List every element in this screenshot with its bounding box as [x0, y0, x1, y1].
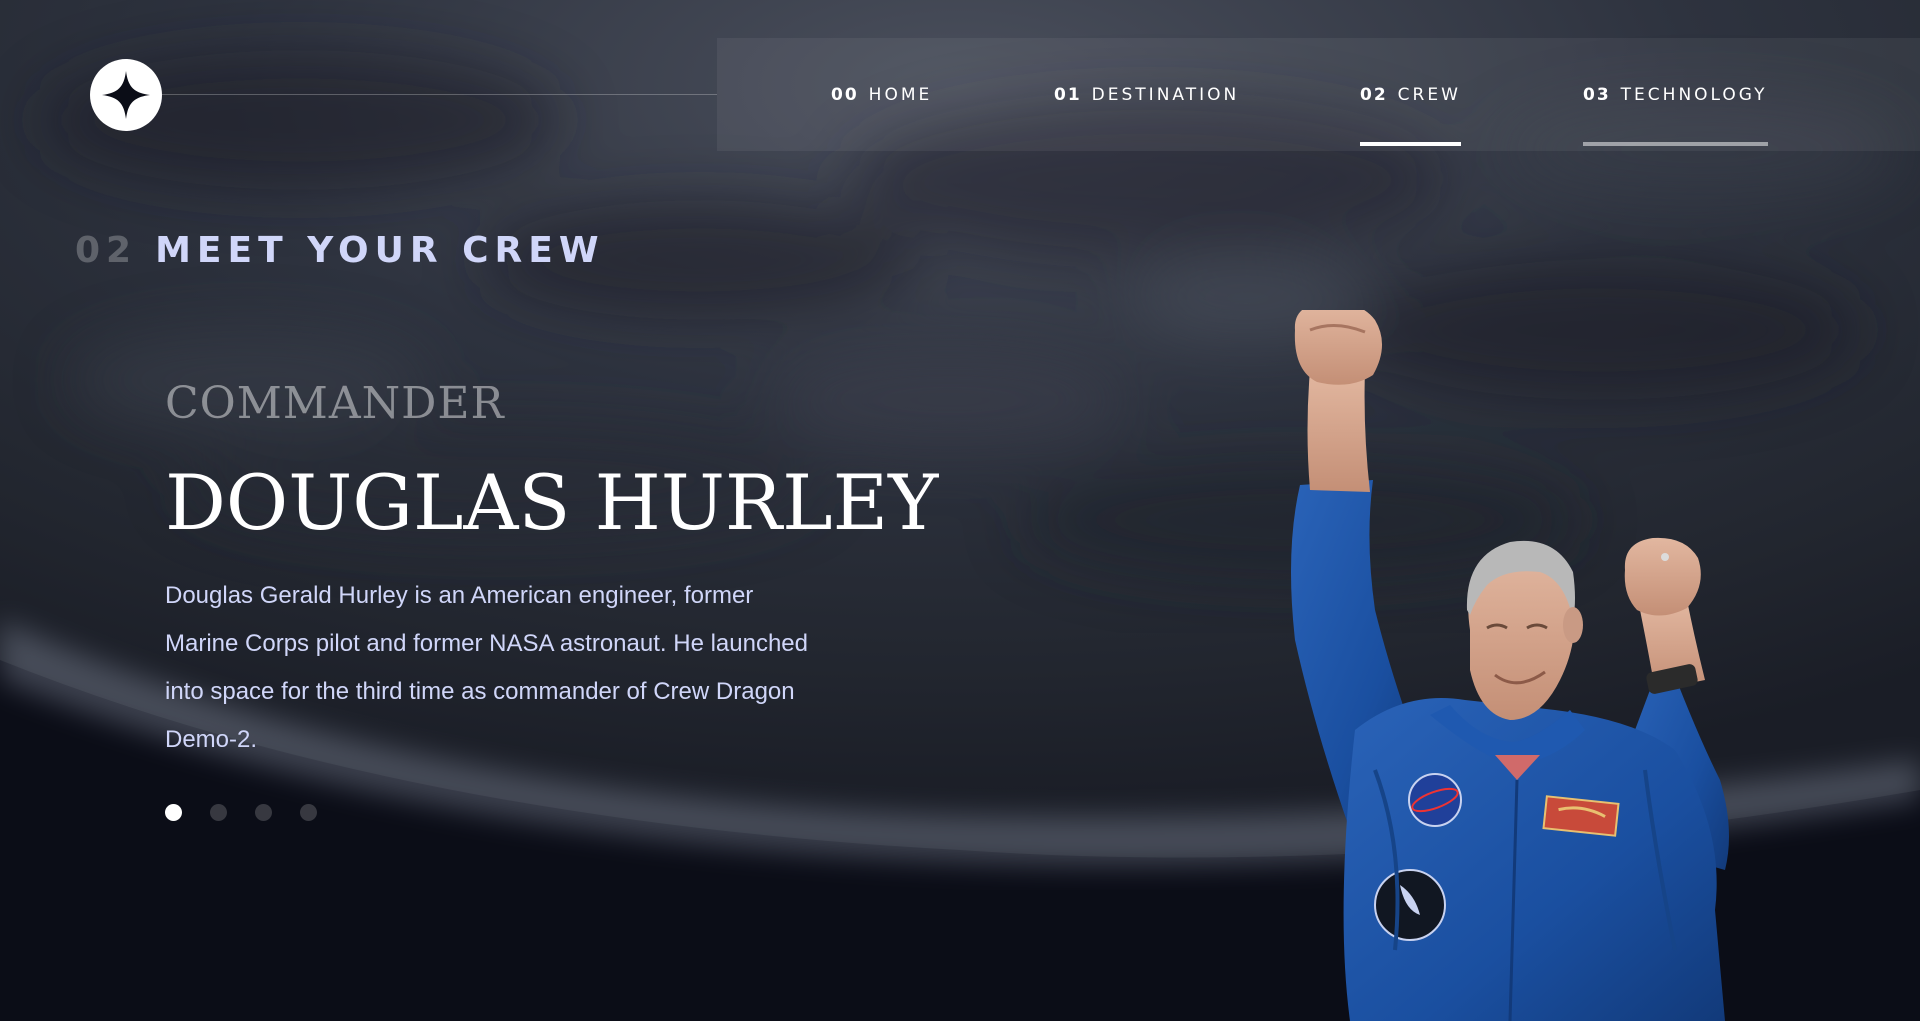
nav-item-label: CREW [1397, 84, 1461, 105]
nav-item-number: 00 [831, 84, 859, 105]
nav-item-number: 02 [1360, 84, 1388, 105]
page-title: 02 MEET YOUR CREW [75, 230, 605, 271]
nav-hover-underline [1583, 142, 1768, 146]
nav-item-technology[interactable]: 03 TECHNOLOGY [1583, 38, 1768, 151]
crew-bio: Douglas Gerald Hurley is an American eng… [165, 582, 808, 753]
nav-underline [831, 142, 932, 146]
page-title-number: 02 [75, 230, 138, 271]
nav-item-label: TECHNOLOGY [1620, 84, 1768, 105]
pagination-dot-1[interactable] [165, 804, 182, 821]
nav-item-destination[interactable]: 01 DESTINATION [1054, 38, 1239, 151]
page-title-text: MEET YOUR CREW [155, 230, 605, 271]
nav-item-label: DESTINATION [1091, 84, 1240, 105]
nav-item-crew[interactable]: 02 CREW [1360, 38, 1461, 151]
nav-item-home[interactable]: 00 HOME [831, 38, 932, 151]
nav-underline [1054, 142, 1239, 146]
nav-item-number: 01 [1054, 84, 1082, 105]
crew-role: COMMANDER [165, 378, 505, 429]
nav-item-number: 03 [1583, 84, 1611, 105]
nav-active-underline [1360, 142, 1461, 146]
nav-item-label: HOME [868, 84, 933, 105]
pagination-dot-4[interactable] [300, 804, 317, 821]
four-point-star-icon [102, 71, 150, 119]
header-divider [162, 94, 717, 95]
pagination-dot-3[interactable] [255, 804, 272, 821]
main-nav: 00 HOME 01 DESTINATION 02 CREW 03 TECHNO… [717, 38, 1920, 151]
logo[interactable] [90, 59, 162, 131]
crew-member-image [1291, 310, 1729, 1021]
crew-pagination [165, 804, 317, 821]
crew-name: DOUGLAS HURLEY [165, 458, 939, 547]
pagination-dot-2[interactable] [210, 804, 227, 821]
